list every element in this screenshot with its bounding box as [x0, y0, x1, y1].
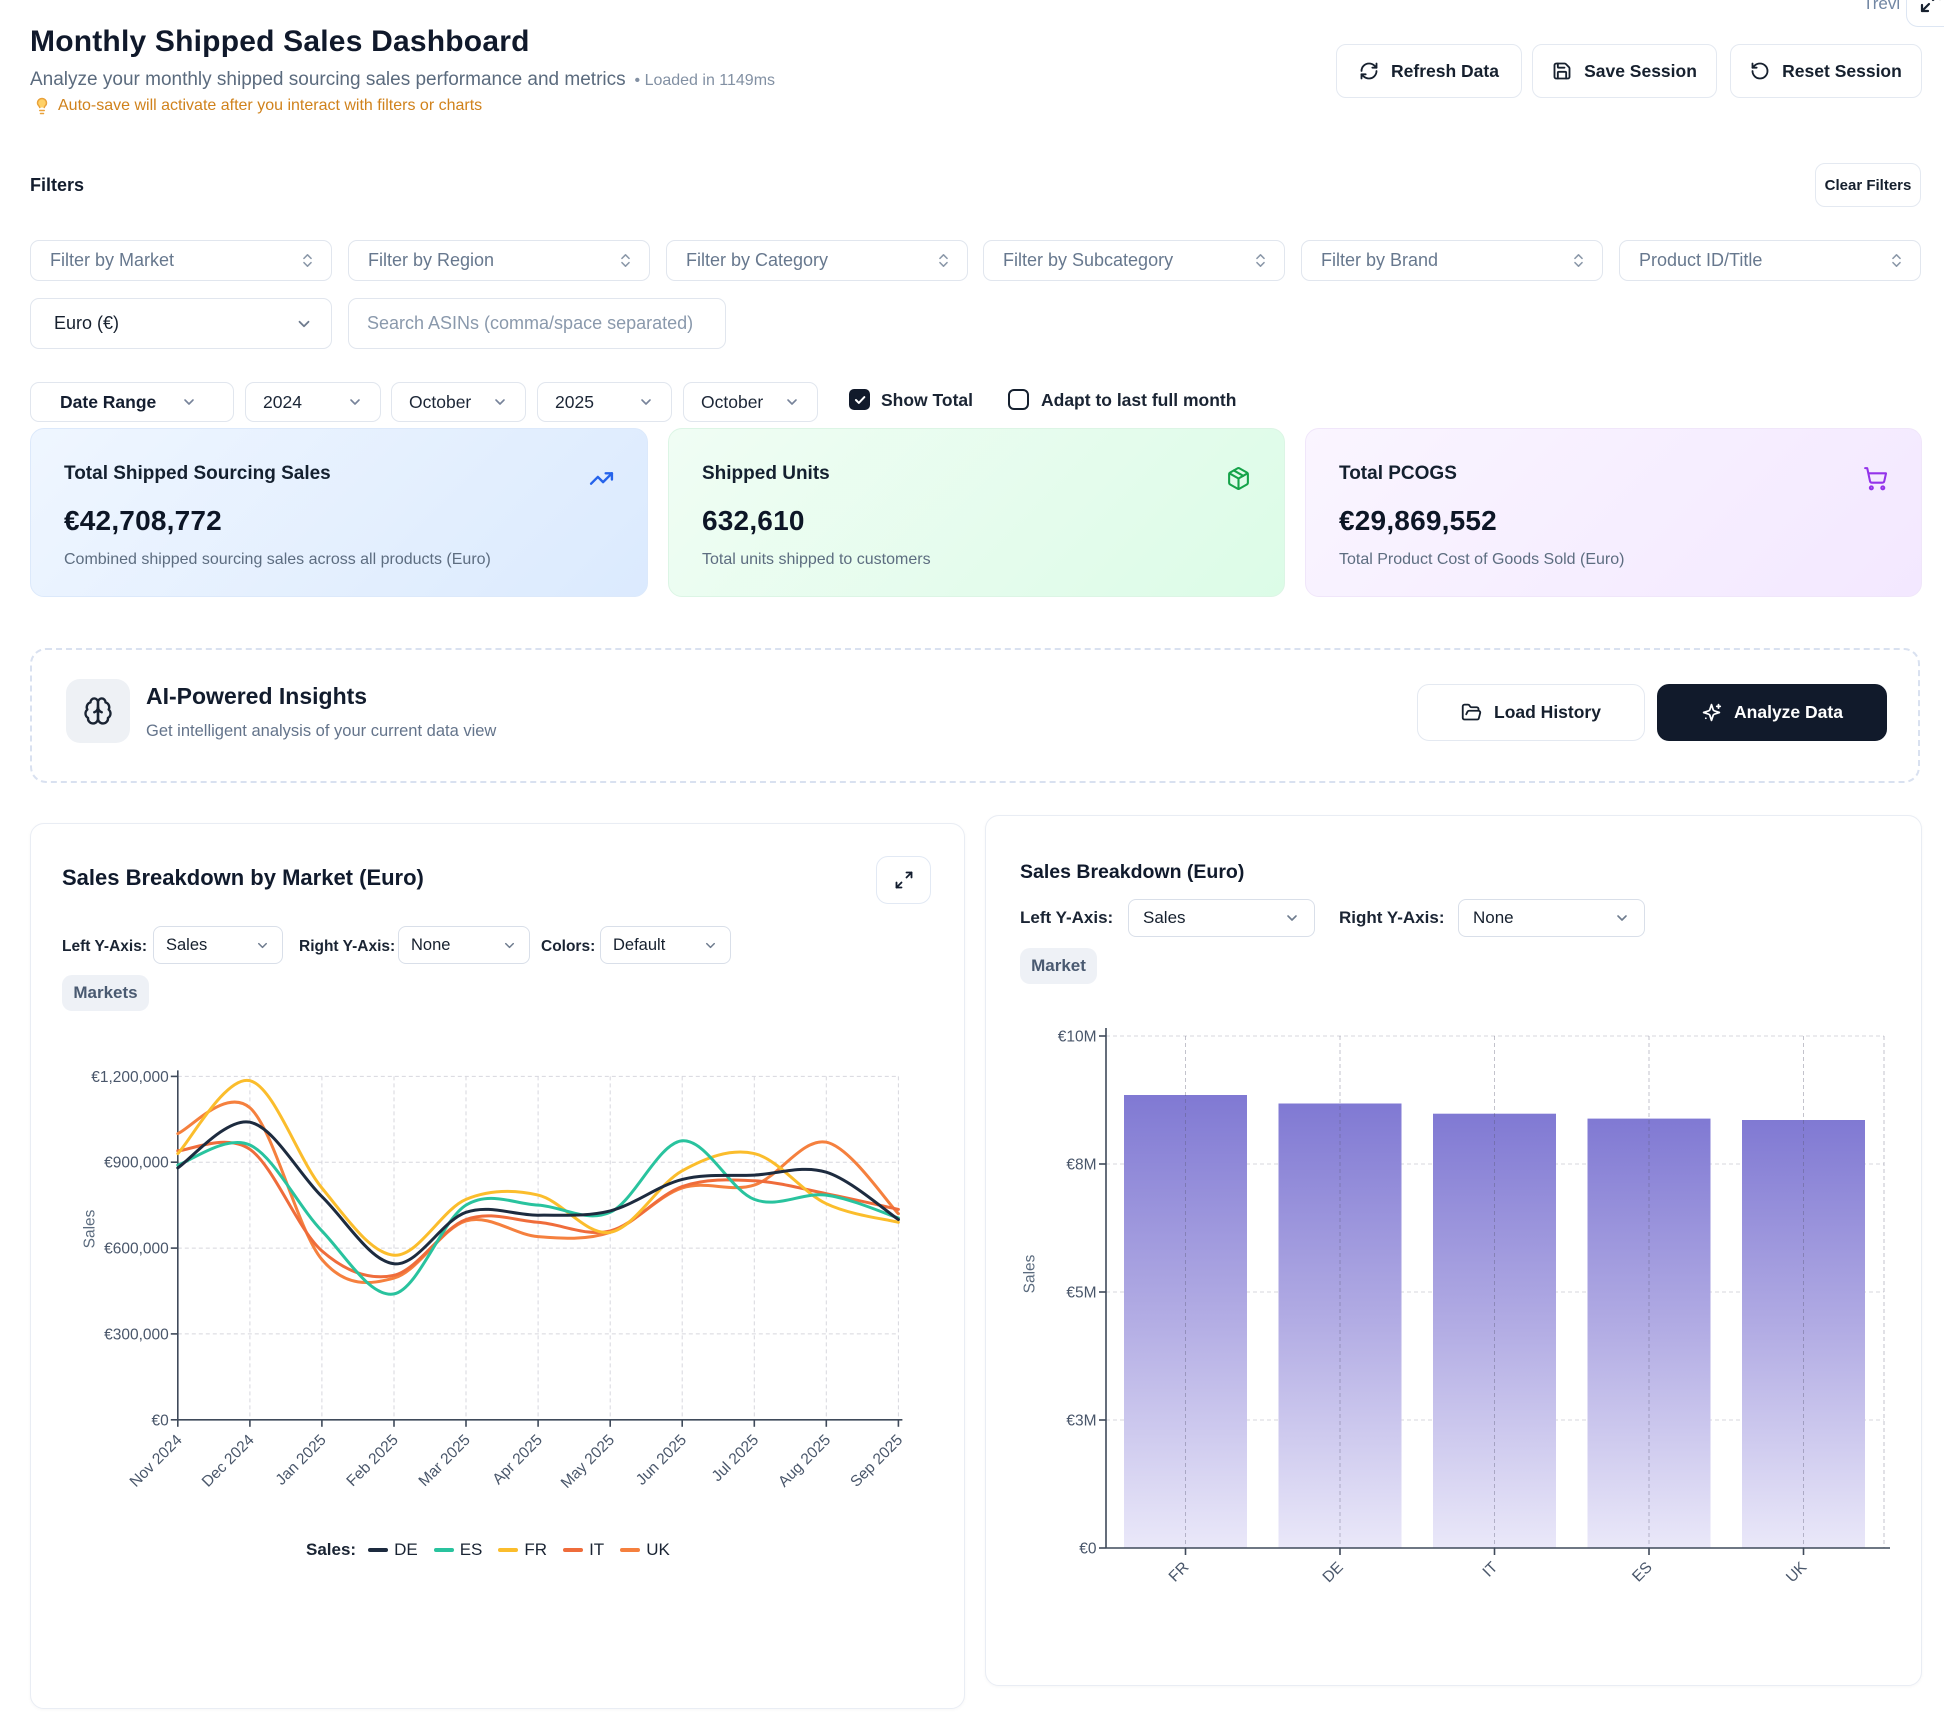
- svg-text:ES: ES: [1629, 1559, 1656, 1586]
- svg-text:€0: €0: [1079, 1541, 1097, 1558]
- svg-text:€600,000: €600,000: [104, 1241, 169, 1258]
- svg-text:€300,000: €300,000: [104, 1326, 169, 1343]
- svg-text:Jul 2025: Jul 2025: [709, 1432, 762, 1485]
- svg-text:Dec 2024: Dec 2024: [199, 1431, 258, 1490]
- svg-text:Sales: Sales: [82, 1209, 99, 1248]
- svg-text:€3M: €3M: [1066, 1413, 1096, 1430]
- svg-text:€10M: €10M: [1058, 1029, 1097, 1046]
- svg-text:May 2025: May 2025: [558, 1432, 618, 1492]
- svg-text:Jun 2025: Jun 2025: [633, 1432, 690, 1489]
- svg-text:Mar 2025: Mar 2025: [416, 1432, 474, 1490]
- svg-text:Apr 2025: Apr 2025: [489, 1432, 546, 1489]
- svg-text:Aug 2025: Aug 2025: [775, 1432, 834, 1491]
- svg-text:€5M: €5M: [1066, 1285, 1096, 1302]
- svg-text:Sales: Sales: [1022, 1254, 1039, 1293]
- svg-text:€900,000: €900,000: [104, 1155, 169, 1172]
- svg-text:FR: FR: [1166, 1559, 1193, 1586]
- svg-text:€1,200,000: €1,200,000: [91, 1069, 169, 1086]
- svg-text:Feb 2025: Feb 2025: [343, 1432, 401, 1490]
- svg-text:UK: UK: [1783, 1558, 1811, 1586]
- svg-text:€8M: €8M: [1066, 1157, 1096, 1174]
- svg-text:DE: DE: [1320, 1559, 1347, 1586]
- svg-text:Nov 2024: Nov 2024: [127, 1431, 186, 1490]
- svg-text:Sep 2025: Sep 2025: [847, 1432, 906, 1491]
- svg-text:Jan 2025: Jan 2025: [273, 1432, 330, 1489]
- svg-text:IT: IT: [1480, 1558, 1502, 1580]
- svg-text:€0: €0: [152, 1412, 170, 1429]
